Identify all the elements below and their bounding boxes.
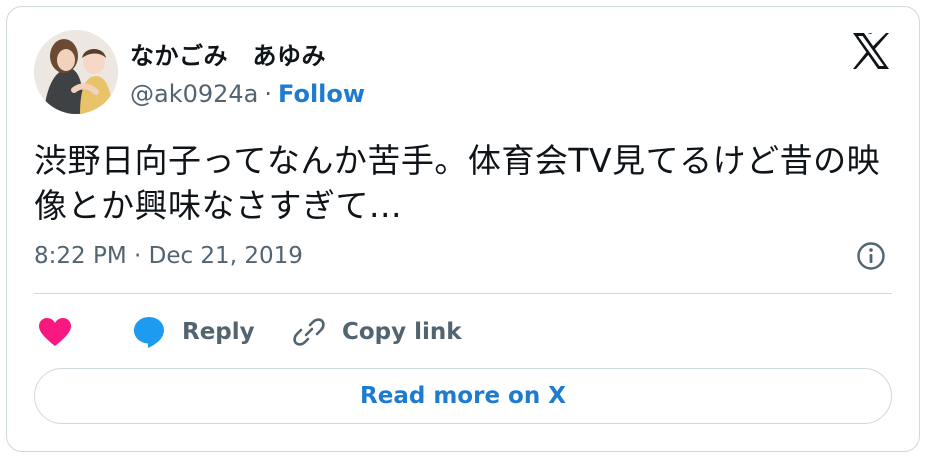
- avatar[interactable]: [34, 30, 118, 114]
- follow-link[interactable]: Follow: [278, 80, 365, 108]
- reply-button[interactable]: Reply: [132, 312, 255, 352]
- info-icon[interactable]: [856, 241, 886, 271]
- action-bar: Reply Copy link: [34, 312, 892, 352]
- separator-dot: ·: [264, 80, 273, 108]
- avatar-illustration: [34, 30, 118, 114]
- heart-icon: [39, 318, 71, 346]
- tweet-timestamp[interactable]: 8:22 PM · Dec 21, 2019: [34, 243, 303, 269]
- speech-bubble-icon: [134, 317, 164, 348]
- copy-link-label: Copy link: [342, 319, 462, 345]
- divider: [34, 293, 892, 294]
- read-more-button[interactable]: Read more on X: [34, 368, 892, 424]
- author-handle-row: @ak0924a · Follow: [130, 80, 365, 108]
- copy-link-button[interactable]: Copy link: [292, 312, 462, 352]
- like-button[interactable]: [38, 312, 72, 352]
- author-display-name[interactable]: なかごみ あゆみ: [130, 36, 326, 71]
- x-logo-icon[interactable]: [850, 30, 892, 72]
- reply-label: Reply: [182, 319, 255, 345]
- author-handle[interactable]: @ak0924a: [130, 80, 258, 108]
- link-icon: [293, 318, 325, 346]
- tweet-text: 渋野日向子ってなんか苦手。体育会TV見てるけど昔の映像とか興味なさすぎて...: [34, 141, 881, 225]
